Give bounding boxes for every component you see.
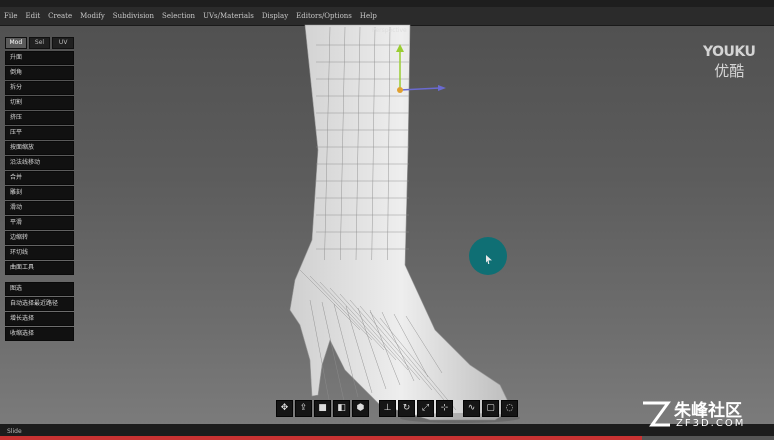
zf3d-logo-en: ZF3D.COM — [676, 418, 746, 429]
app-window: File Edit Create Modify Subdivision Selection… — [0, 0, 774, 440]
youku-logo-cn: 优酷 — [714, 62, 745, 80]
axis-rotate-icon[interactable]: ↻ — [398, 400, 415, 417]
move-icon[interactable]: ⇪ — [295, 400, 312, 417]
cursor-highlight — [469, 237, 507, 275]
axis-scale-icon[interactable]: ⤢ — [417, 400, 434, 417]
viewport-label: Perspective — [372, 27, 407, 34]
mesh-icon[interactable]: ◌ — [501, 400, 518, 417]
cube-split-icon[interactable]: ◧ — [333, 400, 350, 417]
youku-logo-text: YOUKU — [703, 44, 756, 60]
curve-icon[interactable]: ∿ — [463, 400, 480, 417]
cube-icon[interactable]: ■ — [314, 400, 331, 417]
sphere-icon[interactable]: ⬢ — [352, 400, 369, 417]
transform-icon[interactable]: ✥ — [276, 400, 293, 417]
toolbar-gap — [455, 400, 461, 417]
boot-model[interactable] — [0, 0, 774, 440]
youku-watermark: YOUKU 优酷 — [703, 44, 756, 81]
bottom-toolbar: ✥ ⇪ ■ ◧ ⬢ ⊥ ↻ ⤢ ⊹ ∿ ▢ ◌ — [276, 400, 518, 417]
zf3d-mark-icon — [643, 401, 671, 427]
axis-icon[interactable]: ⊥ — [379, 400, 396, 417]
status-text: Slide — [7, 428, 22, 435]
toolbar-gap — [371, 400, 377, 417]
axis-world-icon[interactable]: ⊹ — [436, 400, 453, 417]
transform-gizmo-icon[interactable] — [388, 40, 448, 110]
square-icon[interactable]: ▢ — [482, 400, 499, 417]
video-progress-fill — [0, 436, 643, 440]
